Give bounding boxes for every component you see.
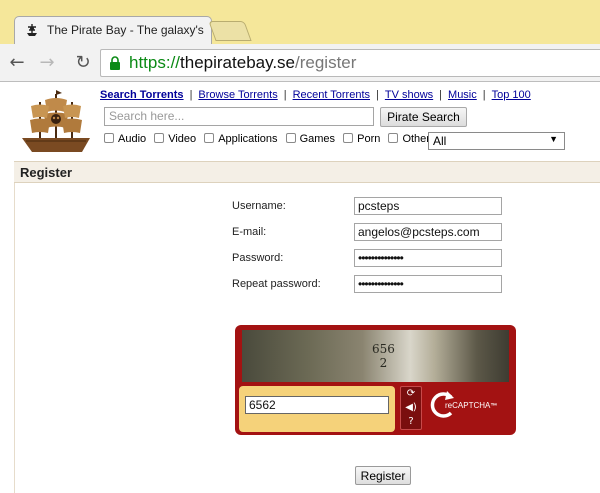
content-border (14, 183, 15, 493)
category-label: Video (168, 133, 197, 145)
audio-icon[interactable]: ◀) (401, 401, 421, 415)
url-path: /register (295, 53, 357, 72)
checkbox-applications[interactable] (204, 133, 215, 143)
search-input[interactable]: Search here... (104, 107, 374, 126)
browser-toolbar: ← → ↻ https://thepiratebay.se/register (0, 44, 600, 82)
pirate-ship-logo[interactable] (18, 86, 94, 158)
url-host: thepiratebay.se (180, 53, 296, 72)
page-title: Register (20, 165, 73, 180)
recaptcha-widget: 656 2 6562 ⟳ ◀) ? reCAPTCHA™ (235, 325, 516, 435)
category-label: Audio (118, 133, 147, 145)
email-field[interactable]: angelos@pcsteps.com (354, 223, 502, 241)
nav-link-search-torrents[interactable]: Search Torrents (100, 89, 184, 101)
checkbox-other[interactable] (388, 133, 399, 143)
category-video[interactable]: Video (154, 133, 196, 145)
nav-separator: | (482, 89, 486, 101)
category-other[interactable]: Other (388, 133, 430, 145)
checkbox-porn[interactable] (343, 133, 354, 143)
checkbox-video[interactable] (154, 133, 165, 143)
recaptcha-captcha: CAPTCHA (452, 401, 491, 410)
tab-bar: The Pirate Bay - The galaxy's most resil… (0, 0, 600, 44)
help-icon[interactable]: ? (401, 415, 421, 429)
lock-icon (110, 56, 120, 70)
captcha-answer-input[interactable]: 6562 (245, 396, 389, 414)
tab-title: The Pirate Bay - The galaxy's most resil… (47, 23, 205, 37)
recaptcha-brand-text: reCAPTCHA™ (445, 401, 497, 410)
url-scheme: https:// (129, 53, 181, 72)
nav-link-top-100[interactable]: Top 100 (492, 89, 531, 101)
nav-separator: | (376, 89, 379, 101)
url-text: https://thepiratebay.se/register (129, 53, 356, 73)
captcha-image-line-1: 656 (372, 342, 395, 356)
back-arrow-icon[interactable]: ← (6, 52, 28, 74)
username-label: Username: (232, 200, 286, 212)
category-applications[interactable]: Applications (204, 133, 278, 145)
category-games[interactable]: Games (285, 133, 336, 145)
dropdown-arrow-icon: ▼ (549, 134, 558, 144)
nav-link-browse-torrents[interactable]: Browse Torrents (198, 89, 277, 101)
register-button[interactable]: Register (355, 466, 411, 485)
captcha-image-line-2: 2 (379, 356, 388, 370)
captcha-image-text: 656 2 (372, 342, 395, 370)
reload-icon[interactable]: ↻ (72, 52, 94, 74)
repeat-password-label: Repeat password: (232, 278, 321, 290)
recaptcha-logo: reCAPTCHA™ (427, 387, 507, 427)
password-field[interactable]: •••••••••••••• (354, 249, 502, 267)
nav-link-recent-torrents[interactable]: Recent Torrents (293, 89, 370, 101)
refresh-icon[interactable]: ⟳ (401, 387, 421, 401)
main-nav: Search Torrents | Browse Torrents | Recent T… (100, 89, 531, 101)
category-label: Applications (218, 133, 278, 145)
checkbox-games[interactable] (285, 133, 296, 143)
pirate-search-button[interactable]: Pirate Search (380, 107, 467, 127)
captcha-tools: ⟳ ◀) ? (400, 386, 422, 430)
email-label: E-mail: (232, 226, 267, 238)
username-field[interactable]: pcsteps (354, 197, 502, 215)
new-tab-button[interactable] (208, 21, 252, 41)
category-audio[interactable]: Audio (104, 133, 146, 145)
register-section-header: Register (14, 161, 600, 183)
nav-separator: | (439, 89, 443, 101)
password-label: Password: (232, 252, 284, 264)
nav-separator: | (283, 89, 287, 101)
select-value: All (433, 134, 447, 148)
nav-separator: | (189, 89, 193, 101)
repeat-password-field[interactable]: •••••••••••••• (354, 275, 502, 293)
nav-link-tv-shows[interactable]: TV shows (385, 89, 433, 101)
pirate-ship-favicon-icon (27, 24, 37, 36)
recaptcha-tm: ™ (490, 403, 498, 410)
checkbox-audio[interactable] (104, 133, 114, 143)
captcha-image: 656 2 (242, 330, 509, 382)
captcha-answer-panel: 6562 (239, 386, 395, 432)
category-label: Games (299, 133, 336, 145)
nav-link-music[interactable]: Music (448, 89, 477, 101)
category-porn[interactable]: Porn (343, 133, 380, 145)
category-label: Porn (357, 133, 381, 145)
category-filters: Audio Video Applications Games Porn Othe… (104, 133, 435, 151)
browser-tab[interactable]: The Pirate Bay - The galaxy's most resil… (14, 16, 212, 44)
category-select[interactable]: All ▼ (428, 132, 565, 150)
page-content: Search Torrents | Browse Torrents | Recent T… (0, 83, 600, 493)
address-bar[interactable]: https://thepiratebay.se/register (100, 49, 600, 77)
forward-arrow-icon[interactable]: → (36, 52, 58, 74)
category-label: Other (402, 133, 430, 145)
